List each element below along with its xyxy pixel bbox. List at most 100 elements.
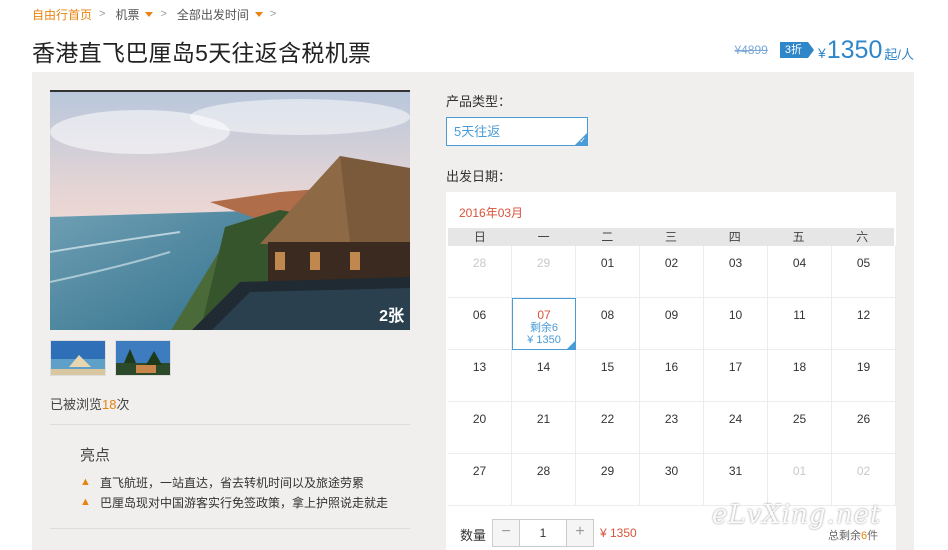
calendar-day[interactable]: 16 [640,350,704,402]
calendar-day[interactable]: 06 [448,298,512,350]
date-calendar: 2016年03月 日 一 二 三 四 五 六 28 29 01 02 03 04 05 06 0… [446,192,896,550]
calendar-day[interactable]: 25 [768,402,832,454]
decrement-button[interactable]: − [493,520,519,546]
calendar-day[interactable]: 27 [448,454,512,506]
calendar-day[interactable]: 31 [704,454,768,506]
calendar-day-number: 22 [600,412,615,426]
calendar-day[interactable]: 18 [768,350,832,402]
increment-button[interactable]: + [567,520,593,546]
calendar-grid: 28 29 01 02 03 04 05 06 07 剩余6 ¥ 1350 08 09 10 11 12 13 1… [448,246,896,506]
product-type-option[interactable]: 5天往返 ✓ [446,117,588,146]
calendar-day-number: 29 [536,256,551,270]
calendar-day[interactable]: 01 [576,246,640,298]
calendar-day[interactable]: 12 [832,298,896,350]
calendar-day[interactable]: 26 [832,402,896,454]
calendar-day[interactable]: 22 [576,402,640,454]
breadcrumb-category-label: 机票 [115,7,140,22]
weekday-label: 六 [856,230,869,244]
calendar-day-number: 20 [472,412,487,426]
calendar-day-number: 01 [792,464,807,478]
calendar-day-number: 08 [600,308,615,322]
calendar-day-number: 11 [793,308,806,322]
highlight-text: 巴厘岛现对中国游客实行免签政策，拿上护照说走就走 [100,495,389,510]
chevron-right-icon: > [160,8,167,20]
calendar-day[interactable]: 08 [576,298,640,350]
original-price: ¥4899 [734,43,768,57]
calendar-day[interactable]: 02 [640,246,704,298]
calendar-day[interactable]: 21 [512,402,576,454]
site-watermark: eLvXing.net [712,500,882,530]
calendar-day[interactable]: 20 [448,402,512,454]
calendar-day: 02 [832,454,896,506]
calendar-day[interactable]: 19 [832,350,896,402]
thumbnail-1[interactable] [50,340,106,376]
calendar-day-number: 27 [472,464,487,478]
calendar-day[interactable]: 14 [512,350,576,402]
calendar-day[interactable]: 29 [576,454,640,506]
calendar-day: 29 [512,246,576,298]
calendar-day-number: 05 [856,256,871,270]
calendar-day-number: 10 [728,308,743,322]
quantity-stepper: − 1 + [492,519,594,547]
calendar-day-number: 23 [664,412,679,426]
view-count: 已被浏览18次 [50,394,130,413]
weekday-label: 二 [601,230,614,244]
calendar-day[interactable]: 11 [768,298,832,350]
thumbnail-2[interactable] [115,340,171,376]
price-box: ¥4899 3折 ¥ 1350 起/人 [734,34,914,66]
weekday-label: 三 [665,230,678,244]
calendar-day-number: 15 [600,360,615,374]
current-price: ¥ 1350 [818,36,882,65]
calendar-day[interactable]: 03 [704,246,768,298]
currency-symbol: ¥ [817,44,826,61]
calendar-day-number: 13 [472,360,487,374]
breadcrumb-time-dropdown[interactable]: 全部出发时间 [177,6,263,23]
calendar-day-number: 19 [856,360,871,374]
view-count-suffix: 次 [116,397,130,412]
calendar-day[interactable]: 23 [640,402,704,454]
price-unit: 起/人 [884,47,914,62]
calendar-day-number: 18 [792,360,807,374]
calendar-day[interactable]: 09 [640,298,704,350]
calendar-day-stock: 剩余6 [529,322,559,334]
chevron-right-icon: > [269,8,277,20]
highlight-text: 直飞航班，一站直达，省去转机时间以及旅途劳累 [100,475,365,490]
calendar-day[interactable]: 24 [704,402,768,454]
calendar-day-number: 26 [856,412,871,426]
check-icon: ✓ [579,136,586,145]
calendar-day-number: 01 [600,256,615,270]
caret-down-icon [145,11,154,17]
calendar-day-number: 31 [728,464,743,478]
calendar-day: 01 [768,454,832,506]
calendar-day-number: 02 [856,464,871,478]
calendar-day[interactable]: 15 [576,350,640,402]
thumbs-up-icon: ▲ [80,476,91,488]
calendar-day-number: 17 [728,360,743,374]
calendar-day-number: 16 [664,360,679,374]
calendar-day-number: 14 [536,360,551,374]
calendar-day-number: 28 [536,464,551,478]
calendar-day[interactable]: 13 [448,350,512,402]
thumbs-up-icon: ▲ [80,496,91,508]
page-title: 香港直飞巴厘岛5天往返含税机票 [32,40,372,66]
calendar-day-number: 25 [792,412,807,426]
divider [50,424,410,425]
calendar-day-number: 21 [536,412,551,426]
hero-photo[interactable]: 2张 [50,90,410,330]
breadcrumb-time-label: 全部出发时间 [176,7,249,22]
calendar-day[interactable]: 28 [512,454,576,506]
calendar-day[interactable]: 30 [640,454,704,506]
caret-down-icon [254,11,263,17]
calendar-day-number: 24 [728,412,743,426]
calendar-day[interactable]: 04 [768,246,832,298]
calendar-day[interactable]: 17 [704,350,768,402]
calendar-day[interactable]: 10 [704,298,768,350]
calendar-day-selected[interactable]: 07 剩余6 ¥ 1350 [512,298,576,350]
current-price-value: 1350 [826,35,883,64]
calendar-day[interactable]: 05 [832,246,896,298]
quantity-input[interactable]: 1 [519,520,567,546]
breadcrumb-category-dropdown[interactable]: 机票 [115,6,154,23]
breadcrumb-home-link[interactable]: 自由行首页 [32,6,92,23]
total-stock-prefix: 总剩余 [828,530,861,542]
photo-count: 2张 [379,308,404,325]
